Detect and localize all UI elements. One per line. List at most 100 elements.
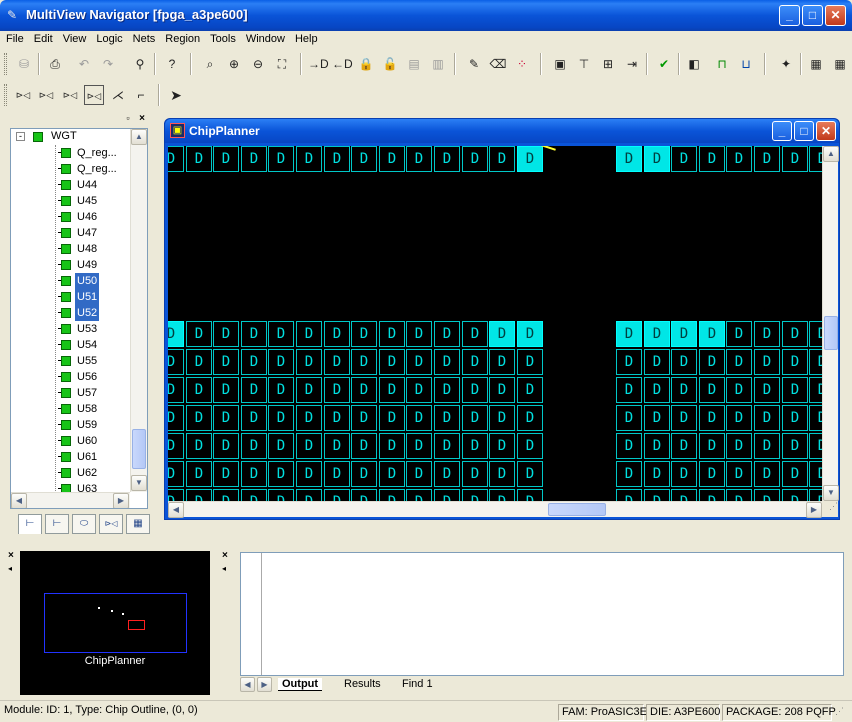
logic-cell[interactable]: D <box>699 461 725 487</box>
chip-vertical-scrollbar[interactable]: ▲ ▼ <box>822 146 839 501</box>
logic-cell[interactable]: D <box>351 377 377 403</box>
logic-cell[interactable]: D <box>213 321 239 347</box>
logic-cell[interactable]: D <box>406 489 432 501</box>
tab-nets-icon[interactable]: ⬭ <box>72 514 96 534</box>
tab-scroll-right-button[interactable]: ▶ <box>257 677 272 692</box>
net-view-icon[interactable]: ⊤ <box>574 54 594 74</box>
logic-cell[interactable]: D <box>671 349 697 375</box>
logic-cell[interactable]: D <box>434 433 460 459</box>
logic-cell[interactable]: D <box>517 349 543 375</box>
tree-item[interactable]: U54 <box>11 337 129 353</box>
logic-cell[interactable]: D <box>671 377 697 403</box>
logic-cell[interactable]: D <box>296 321 322 347</box>
logic-cell[interactable]: D <box>324 461 350 487</box>
redo-icon[interactable]: ↷ <box>98 54 118 74</box>
logic-cell[interactable]: D <box>213 489 239 501</box>
logic-cell[interactable]: D <box>268 433 294 459</box>
lock-icon[interactable]: 🔒 <box>356 54 376 74</box>
chipplanner-close-button[interactable]: ✕ <box>816 121 836 141</box>
logic-cell[interactable]: D <box>268 377 294 403</box>
logic-cell[interactable]: D <box>726 377 752 403</box>
tree-item[interactable]: U59 <box>11 417 129 433</box>
logic-cell[interactable]: D <box>379 433 405 459</box>
color-dots-icon[interactable]: ⁘ <box>512 54 532 74</box>
menu-file[interactable]: File <box>0 31 28 45</box>
logic-cell[interactable]: D <box>699 349 725 375</box>
logic-cell[interactable]: D <box>379 146 405 172</box>
logic-cell[interactable]: D <box>644 489 670 501</box>
chip-canvas[interactable]: DDDDDDDDDDDDDDDDDDDDDDDDDDDDDDDDDDDDDDDD… <box>168 146 824 501</box>
logic-cell[interactable]: D <box>406 461 432 487</box>
navigator-close-icon[interactable]: × <box>8 551 19 562</box>
logic-cell[interactable]: D <box>434 349 460 375</box>
logic-cell[interactable]: D <box>213 146 239 172</box>
zoom-fit-icon[interactable]: ⛶ <box>272 54 292 74</box>
logic-cell[interactable]: D <box>671 321 697 347</box>
logic-cell[interactable]: D <box>351 461 377 487</box>
logic-cell[interactable]: D <box>671 405 697 431</box>
logic-cell[interactable]: D <box>434 461 460 487</box>
chip-vscroll-thumb[interactable] <box>824 316 838 350</box>
tree-item[interactable]: U46 <box>11 209 129 225</box>
logic-cell[interactable]: D <box>517 489 543 501</box>
logic-cell[interactable]: D <box>296 461 322 487</box>
logic-cell[interactable]: D <box>726 461 752 487</box>
logic-cell[interactable]: D <box>268 349 294 375</box>
logic-cell[interactable]: D <box>168 321 184 347</box>
panel-close-icon[interactable]: × <box>136 113 148 125</box>
logic-cell[interactable]: D <box>241 146 267 172</box>
tab-physical-icon[interactable]: ⊢ <box>45 514 69 534</box>
logic-cell[interactable]: D <box>434 146 460 172</box>
logic-cell[interactable]: D <box>186 146 212 172</box>
logic-cell[interactable]: D <box>517 433 543 459</box>
logic-cell[interactable]: D <box>241 405 267 431</box>
logic-cell[interactable]: D <box>324 433 350 459</box>
logic-cell[interactable]: D <box>644 321 670 347</box>
panel-float-icon[interactable]: ▫ <box>122 113 134 125</box>
timing-fall-icon[interactable]: ⊔ <box>736 54 756 74</box>
scroll-up-button[interactable]: ▲ <box>131 129 147 145</box>
minimize-button[interactable]: _ <box>779 5 800 26</box>
chipplanner-title-bar[interactable]: ▣ ChipPlanner _ □ ✕ <box>165 119 839 143</box>
zoom-in-icon[interactable]: ⊕ <box>224 54 244 74</box>
tree-item[interactable]: U55 <box>11 353 129 369</box>
logic-cell[interactable]: D <box>644 461 670 487</box>
logic-cell[interactable]: D <box>726 349 752 375</box>
undo-icon[interactable]: ↶ <box>74 54 94 74</box>
tab-table-icon[interactable]: ▦ <box>126 514 150 534</box>
logic-cell[interactable]: D <box>462 146 488 172</box>
logic-cell[interactable]: D <box>616 349 642 375</box>
logic-cell[interactable]: D <box>186 349 212 375</box>
logic-cell[interactable]: D <box>462 321 488 347</box>
logic-cell[interactable]: D <box>462 349 488 375</box>
logic-cell[interactable]: D <box>379 349 405 375</box>
logic-cell[interactable]: D <box>489 461 515 487</box>
logic-cell[interactable]: D <box>296 433 322 459</box>
logic-cell[interactable]: D <box>489 321 515 347</box>
logic-cell[interactable]: D <box>517 405 543 431</box>
logic-cell[interactable]: D <box>616 489 642 501</box>
bbox-icon[interactable]: ⌐ <box>131 85 151 105</box>
port-view-icon[interactable]: ⇥ <box>622 54 642 74</box>
chip-scroll-left-button[interactable]: ◀ <box>168 502 184 518</box>
logic-cell[interactable]: D <box>379 377 405 403</box>
logic-cell[interactable]: D <box>241 349 267 375</box>
net-select-icon[interactable]: ⊳◁ <box>84 85 104 105</box>
eraser-icon[interactable]: ⌫ <box>488 54 508 74</box>
zoom-area-icon[interactable]: ⌕ <box>200 54 220 74</box>
chip-scroll-right-button[interactable]: ▶ <box>806 502 822 518</box>
logic-cell[interactable]: D <box>379 461 405 487</box>
logic-cell[interactable]: D <box>782 349 808 375</box>
logic-cell[interactable]: D <box>351 433 377 459</box>
tree-item[interactable]: U51 <box>11 289 129 305</box>
scroll-down-button[interactable]: ▼ <box>131 475 147 491</box>
region-remove-icon[interactable]: ▥ <box>428 54 448 74</box>
logic-cell[interactable]: D <box>671 433 697 459</box>
navigator-canvas[interactable]: ChipPlanner <box>20 551 210 695</box>
tree-item[interactable]: Q_reg... <box>11 161 129 177</box>
compare-icon[interactable]: ◧ <box>684 54 704 74</box>
logic-cell[interactable]: D <box>351 489 377 501</box>
tree-vertical-scrollbar[interactable]: ▲ ▼ <box>130 129 147 492</box>
logic-cell[interactable]: D <box>671 489 697 501</box>
net-route-icon[interactable]: ⊳◁ <box>13 85 33 105</box>
